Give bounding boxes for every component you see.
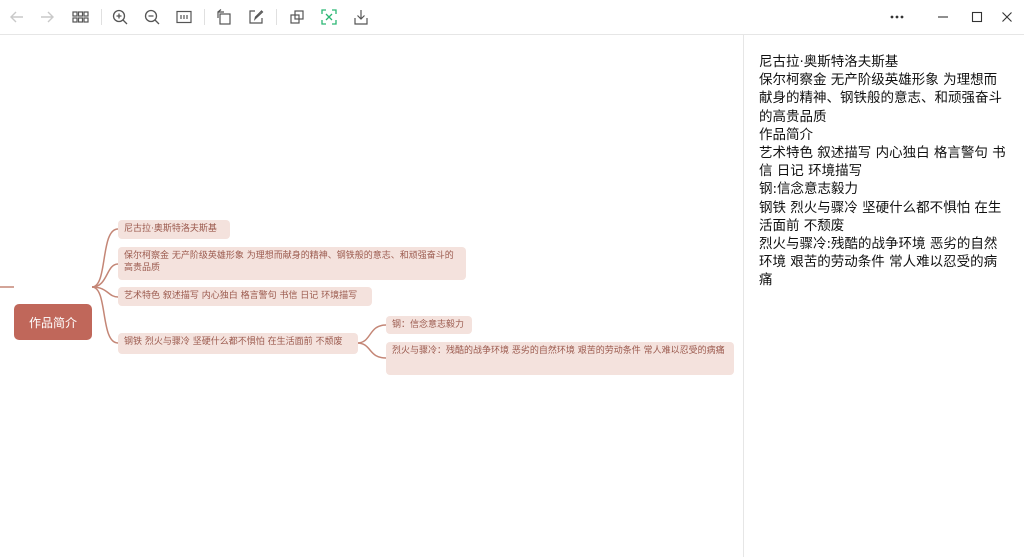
outline-line: 艺术特色 叙述描写 内心独白 格言警句 书信 日记 环境描写 (759, 145, 1006, 180)
outline-line: 烈火与骤冷:残酷的战争环境 恶劣的自然环境 艰苦的劳动条件 常人难以忍受的病痛 (759, 236, 998, 289)
mindmap-node[interactable]: 艺术特色 叙述描写 内心独白 格言警句 书信 日记 环境描写 (118, 287, 372, 306)
toolbar-separator (101, 9, 102, 25)
edit-icon[interactable] (243, 4, 269, 30)
ocr-icon[interactable] (316, 4, 342, 30)
mindmap-node[interactable]: 尼古拉·奥斯特洛夫斯基 (118, 220, 230, 239)
mindmap-node[interactable]: 烈火与骤冷：残酷的战争环境 恶劣的自然环境 艰苦的劳动条件 常人难以忍受的病痛 (386, 342, 734, 375)
mindmap-node[interactable]: 钢：信念意志毅力 (386, 316, 472, 334)
outline-line: 尼古拉·奥斯特洛夫斯基 (759, 54, 899, 70)
mindmap-root-node[interactable]: 作品简介 (14, 304, 92, 340)
maximize-icon[interactable] (964, 4, 990, 30)
mindmap-node[interactable]: 钢铁 烈火与骤冷 坚硬什么都不惧怕 在生活面前 不颓废 (118, 333, 358, 354)
close-icon[interactable] (994, 4, 1020, 30)
outline-line: 钢:信念意志毅力 (759, 181, 859, 198)
copy-icon[interactable] (284, 4, 310, 30)
zoom-out-icon[interactable] (139, 4, 165, 30)
minimize-icon[interactable] (930, 4, 956, 30)
toolbar (0, 0, 1024, 35)
rotate-icon[interactable] (211, 4, 237, 30)
forward-icon[interactable] (34, 4, 60, 30)
grid-view-icon[interactable] (67, 4, 93, 30)
back-icon[interactable] (4, 4, 30, 30)
save-icon[interactable] (348, 4, 374, 30)
mindmap-node[interactable]: 保尔柯察金 无产阶级英雄形象 为理想而献身的精神、钢铁般的意志、和顽强奋斗的高贵… (118, 247, 466, 280)
outline-panel: 尼古拉·奥斯特洛夫斯基 保尔柯察金 无产阶级英雄形象 为理想而献身的精神、钢铁般… (744, 35, 1024, 557)
mindmap-canvas[interactable]: 作品简介 尼古拉·奥斯特洛夫斯基 保尔柯察金 无产阶级英雄形象 为理想而献身的精… (0, 35, 743, 557)
outline-line: 钢铁 烈火与骤冷 坚硬什么都不惧怕 在生活面前 不颓废 (759, 199, 1002, 234)
more-icon[interactable] (884, 4, 910, 30)
outline-line: 保尔柯察金 无产阶级英雄形象 为理想而献身的精神、钢铁般的意志、和顽强奋斗的高贵… (759, 72, 1002, 125)
toolbar-separator (276, 9, 277, 25)
fit-width-icon[interactable] (171, 4, 197, 30)
outline-line: 作品简介 (759, 126, 813, 143)
zoom-in-icon[interactable] (107, 4, 133, 30)
toolbar-separator (204, 9, 205, 25)
